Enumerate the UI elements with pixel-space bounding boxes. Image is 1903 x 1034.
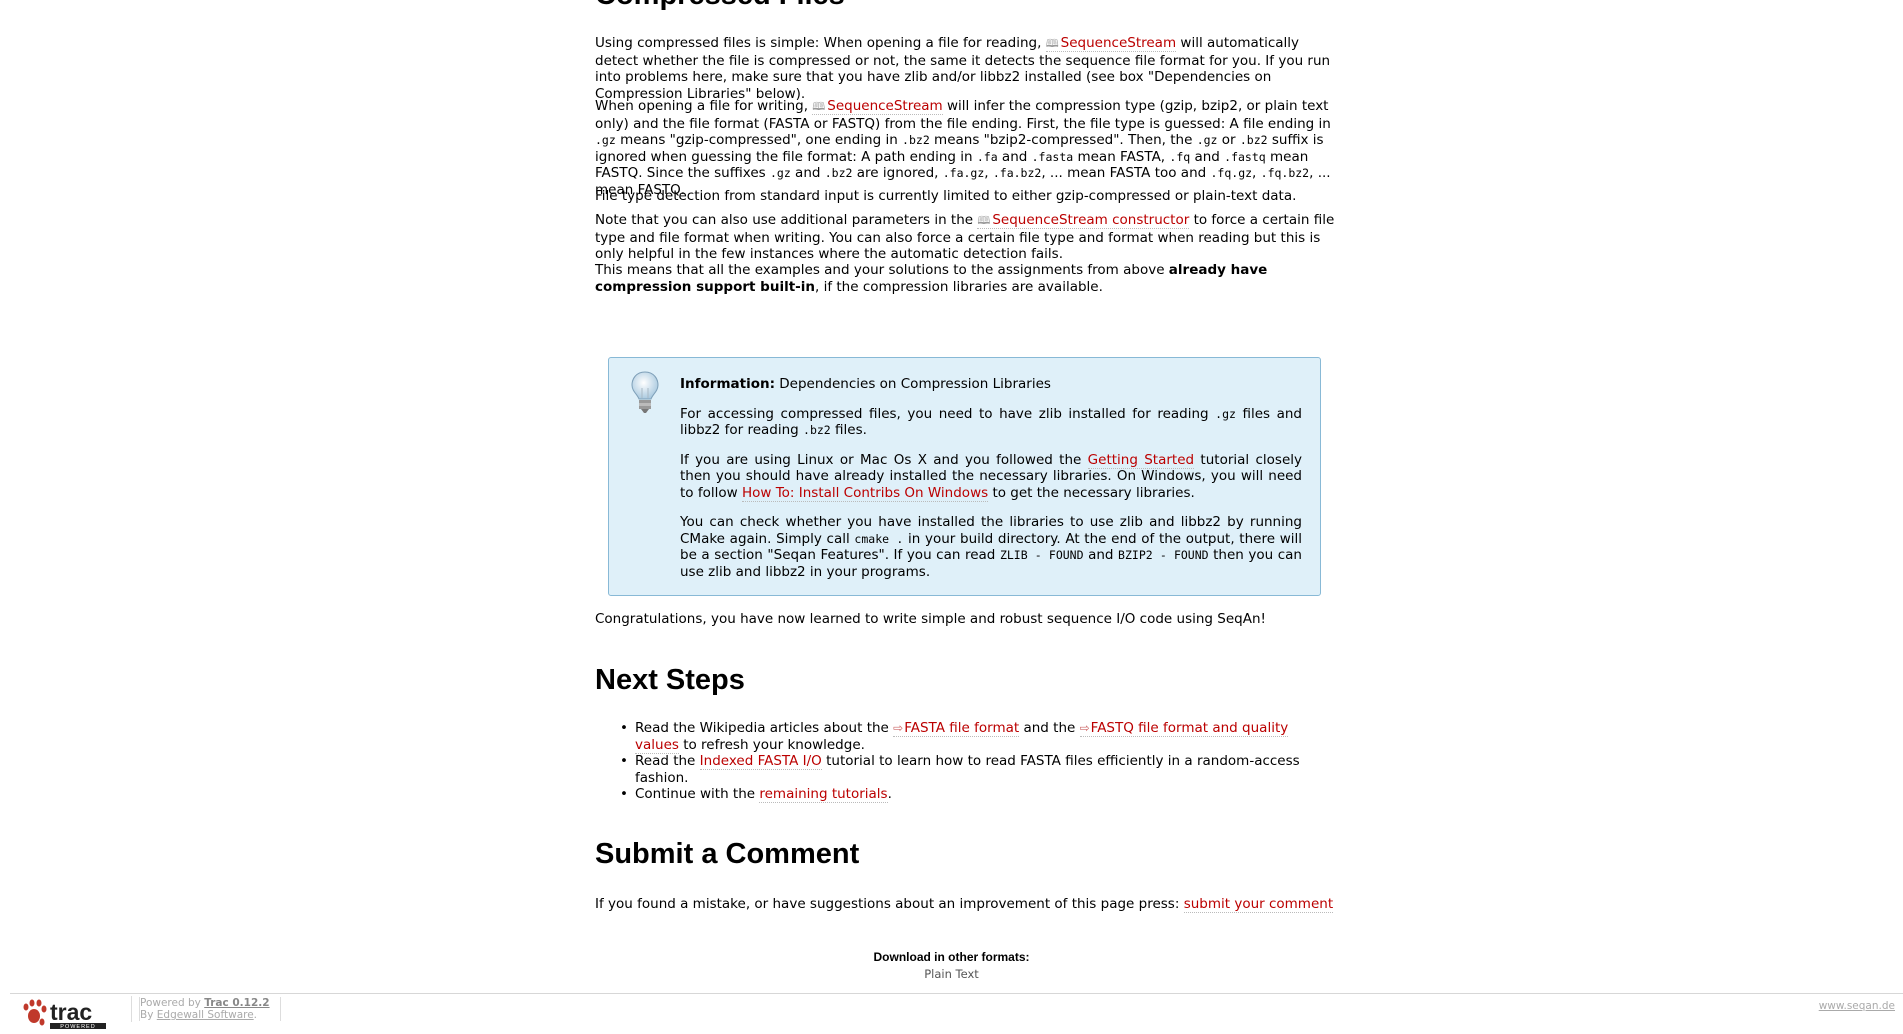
seqan-site-link[interactable]: www.seqan.de [1819,998,1895,1015]
svg-text:POWERED: POWERED [60,1024,95,1030]
external-link-icon: ⇨ [893,721,904,735]
next-steps-list: Read the Wikipedia articles about the ⇨F… [620,720,1335,803]
comment-paragraph: If you found a mistake, or have suggesti… [595,896,1334,913]
sequencestream-constructor-link[interactable]: 🕮 SequenceStream constructor [977,212,1190,229]
svg-text:trac: trac [50,999,92,1025]
sequencestream-link[interactable]: 🕮 SequenceStream [1045,35,1177,52]
paragraph-params: Note that you can also use additional pa… [595,212,1335,262]
book-icon: 🕮 [977,214,991,227]
trac-version-link[interactable]: Trac 0.12.2 [204,997,269,1009]
paragraph-writing: When opening a file for writing, 🕮 Sequen… [595,98,1331,198]
info-box: Information: Dependencies on Compression… [608,357,1321,596]
lightbulb-icon [631,371,659,413]
footer-divider [10,993,1903,994]
info-paragraph-2: If you are using Linux or Mac Os X and y… [680,451,1303,502]
plain-text-link[interactable]: Plain Text [0,966,1903,983]
powered-by: Powered by Trac 0.12.2 By Edgewall Softw… [139,997,281,1021]
list-item: Continue with the remaining tutorials. [620,786,1335,803]
submit-comment-link[interactable]: submit your comment [1183,896,1334,913]
footer-separator [131,996,132,1022]
book-icon: 🕮 [812,100,826,113]
external-link-icon: ⇨ [1079,721,1090,735]
indexed-fasta-link[interactable]: Indexed FASTA I/O [699,753,822,770]
paw-icon [23,999,47,1026]
paragraph-builtin: This means that all the examples and you… [595,262,1268,295]
list-item: Read the Indexed FASTA I/O tutorial to l… [620,753,1335,786]
submit-comment-heading: Submit a Comment [595,838,860,870]
paragraph-stdin: File type detection from standard input … [595,188,1297,204]
list-item: Read the Wikipedia articles about the ⇨F… [620,720,1335,754]
install-contribs-link[interactable]: How To: Install Contribs On Windows [741,484,989,502]
paragraph-congrats: Congratulations, you have now learned to… [595,611,1266,627]
book-icon: 🕮 [1045,37,1059,50]
next-steps-heading: Next Steps [595,664,745,696]
section-title: Compressed Files [595,0,845,12]
info-paragraph-1: For accessing compressed files, you need… [680,405,1302,439]
remaining-tutorials-link[interactable]: remaining tutorials [759,786,888,803]
info-title: Information: Dependencies on Compression… [680,376,1051,392]
trac-logo[interactable]: trac POWERED [22,998,108,1030]
fasta-format-link[interactable]: ⇨FASTA file format [893,720,1020,737]
sequencestream-link[interactable]: 🕮 SequenceStream [812,98,943,115]
info-paragraph-3: You can check whether you have installed… [680,514,1302,580]
edgewall-link[interactable]: Edgewall Software [157,1009,254,1021]
paragraph-reading: Using compressed files is simple: When o… [595,35,1331,102]
download-formats-title: Download in other formats: [873,950,1030,964]
getting-started-link[interactable]: Getting Started [1087,451,1195,469]
